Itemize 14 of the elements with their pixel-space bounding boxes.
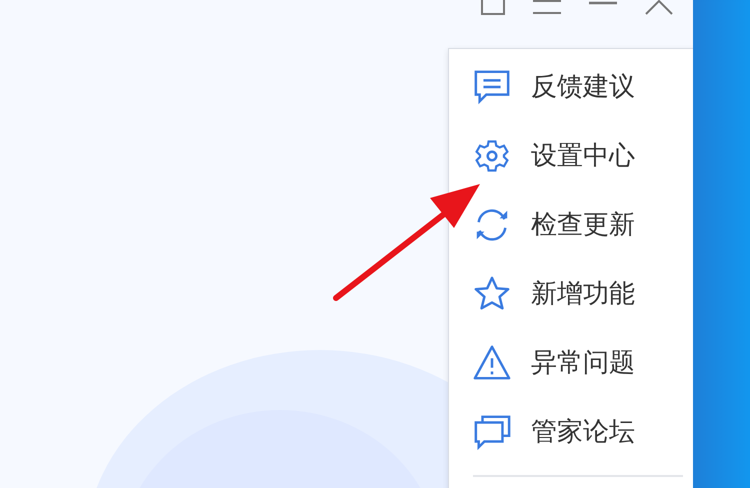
warning-icon	[473, 344, 511, 382]
menu-item[interactable]: 管家论坛	[449, 397, 693, 466]
menu-item[interactable]: 设置中心	[449, 121, 693, 190]
menu-item[interactable]: 检查更新	[449, 190, 693, 259]
close-button[interactable]	[645, 0, 673, 15]
menu-item[interactable]: 反馈建议	[449, 52, 693, 121]
chat-icon	[473, 412, 511, 450]
menu-item[interactable]: 异常问题	[449, 328, 693, 397]
message-icon	[473, 68, 511, 106]
menu-item[interactable]: 新增功能	[449, 259, 693, 328]
star-icon	[473, 274, 511, 312]
menu-button[interactable]	[533, 0, 561, 14]
minimize-button[interactable]	[589, 0, 617, 6]
skin-button[interactable]	[481, 0, 505, 15]
